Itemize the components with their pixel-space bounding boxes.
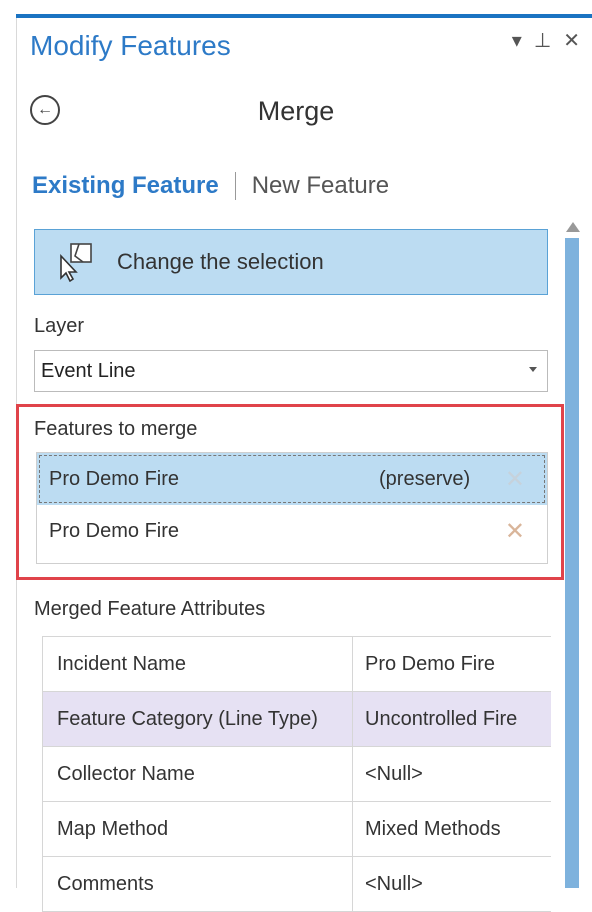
table-row[interactable]: Comments <Null> (43, 857, 551, 912)
layer-select[interactable]: Event Line (34, 350, 548, 392)
table-row[interactable]: Feature Category (Line Type) Uncontrolle… (43, 692, 551, 747)
change-selection-label: Change the selection (117, 249, 324, 274)
preserve-tag: (preserve) (379, 467, 471, 490)
list-item[interactable]: Pro Demo Fire (preserve) ✕ (37, 453, 547, 505)
pin-icon[interactable]: ⊥ (534, 28, 551, 53)
layer-select-value: Event Line (41, 359, 136, 382)
attribute-value[interactable]: <Null> (353, 747, 551, 801)
pane-accent-bar (16, 14, 592, 18)
attribute-name: Map Method (43, 802, 353, 856)
tab-divider (234, 172, 236, 200)
tab-existing-feature[interactable]: Existing Feature (32, 172, 219, 200)
select-cursor-icon (60, 243, 92, 282)
table-row[interactable]: Collector Name <Null> (43, 747, 551, 802)
features-to-merge-list: Pro Demo Fire (preserve) ✕ Pro Demo Fire… (36, 452, 548, 564)
list-item[interactable]: Pro Demo Fire ✕ (37, 505, 547, 557)
attribute-name: Comments (43, 857, 353, 911)
table-row[interactable]: Incident Name Pro Demo Fire (43, 637, 551, 692)
remove-icon[interactable]: ✕ (505, 465, 525, 494)
feature-name: Pro Demo Fire (49, 467, 180, 490)
tab-new-feature[interactable]: New Feature (252, 172, 389, 200)
attribute-name: Feature Category (Line Type) (43, 692, 353, 746)
feature-tabs: Existing Feature New Feature (32, 172, 389, 200)
chevron-down-icon (529, 367, 537, 372)
close-icon[interactable]: ✕ (563, 28, 580, 53)
pane-title: Modify Features (30, 30, 231, 61)
vertical-scrollbar[interactable] (565, 238, 579, 888)
attribute-value[interactable]: <Null> (353, 857, 551, 911)
attribute-value[interactable]: Uncontrolled Fire (353, 692, 551, 746)
pane-window-controls: ▾ ⊥ ✕ (512, 28, 580, 53)
feature-name: Pro Demo Fire (49, 519, 180, 542)
features-to-merge-label: Features to merge (34, 418, 198, 440)
merged-attributes-table: Incident Name Pro Demo Fire Feature Cate… (42, 636, 551, 912)
table-row[interactable]: Map Method Mixed Methods (43, 802, 551, 857)
attribute-value[interactable]: Mixed Methods (353, 802, 551, 856)
attribute-name: Collector Name (43, 747, 353, 801)
scroll-up-arrow-icon[interactable] (566, 222, 580, 232)
attribute-value[interactable]: Pro Demo Fire (353, 637, 551, 691)
options-dropdown-icon[interactable]: ▾ (512, 28, 522, 53)
layer-label: Layer (34, 315, 85, 337)
change-selection-button[interactable]: Change the selection (34, 229, 548, 295)
remove-icon[interactable]: ✕ (505, 517, 525, 546)
attribute-name: Incident Name (43, 637, 353, 691)
tool-title: Merge (257, 96, 335, 126)
merged-attributes-label: Merged Feature Attributes (34, 598, 266, 620)
